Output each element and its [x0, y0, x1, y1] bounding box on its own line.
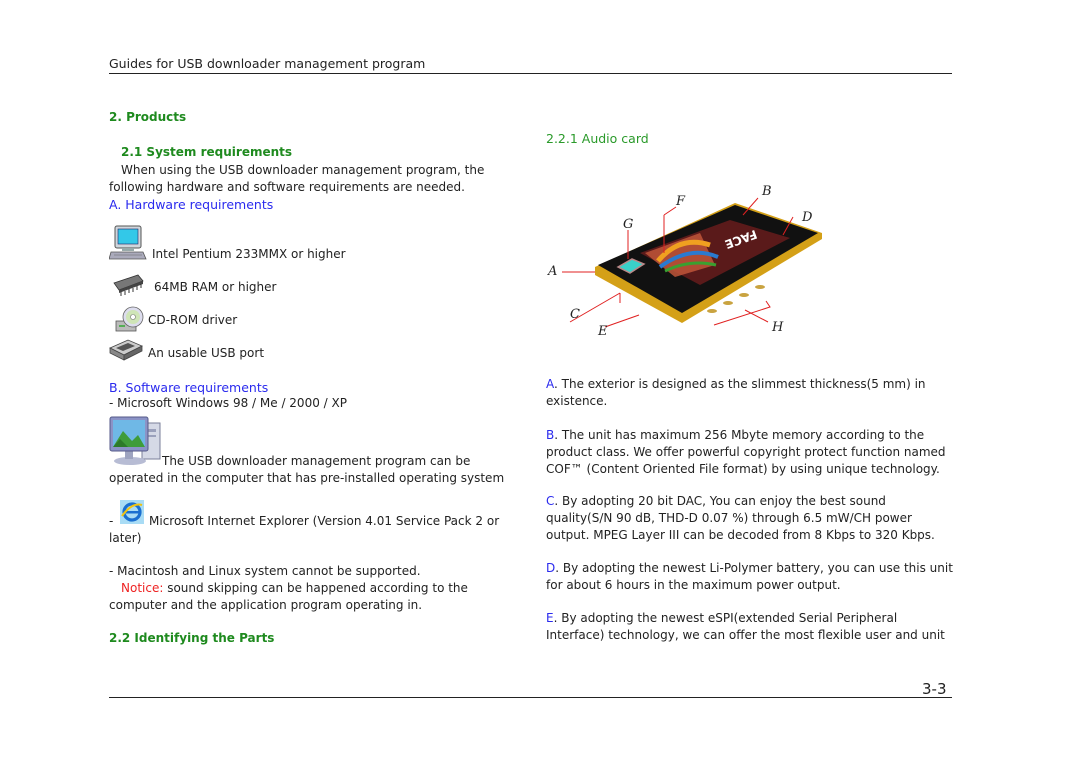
feature-e-letter: E [546, 611, 554, 625]
hardware-item-cdrom: CD-ROM driver [148, 313, 238, 327]
mac-linux-unsupported: - Macintosh and Linux system cannot be s… [109, 564, 421, 578]
callout-b: B [761, 184, 772, 199]
callout-g: G [623, 217, 633, 232]
ie-requirement-line-2: later) [109, 531, 142, 545]
feature-a-text: . The exterior is designed as the slimme… [554, 377, 926, 391]
notice-line-2: computer and the application program ope… [109, 598, 423, 612]
footer-rule [109, 697, 952, 698]
callout-d: D [801, 210, 813, 225]
usb-port-icon [108, 338, 144, 362]
feature-a: A. The exterior is designed as the slimm… [546, 376, 956, 410]
feature-e-text: . By adopting the newest eSPI(extended S… [553, 611, 898, 625]
feature-b-cont-1: product class. We offer powerful copyrig… [546, 445, 946, 459]
internet-explorer-icon [120, 500, 144, 524]
audio-card-heading: 2.2.1 Audio card [546, 131, 649, 146]
feature-b-text: . The unit has maximum 256 Mbyte memory … [554, 428, 925, 442]
feature-a-letter: A [546, 377, 554, 391]
section-heading-system-requirements: 2.1 System requirements [121, 145, 293, 159]
feature-c-text: . By adopting 20 bit DAC, You can enjoy … [554, 494, 886, 508]
audio-card-device-image: FACE A B C D E F G H [540, 175, 825, 345]
callout-e: E [597, 324, 608, 339]
section-heading-products: 2. Products [109, 110, 187, 124]
feature-c-cont-1: quality(S/N 90 dB, THD-D 0.07 %) through… [546, 511, 912, 525]
callout-c: C [570, 307, 580, 322]
feature-d-text: . By adopting the newest Li-Polymer batt… [555, 561, 953, 575]
hardware-requirements-heading: A. Hardware requirements [109, 197, 274, 212]
hardware-item-usb: An usable USB port [148, 346, 265, 360]
page-number: 3-3 [922, 680, 947, 698]
windows-computer-icon [108, 415, 162, 467]
cd-rom-icon [115, 305, 145, 333]
hardware-item-ram: 64MB RAM or higher [154, 280, 277, 294]
ram-chip-icon [110, 273, 146, 297]
feature-b-cont-2: COF™ (Content Oriented File format) by u… [546, 462, 940, 476]
feature-d: D. By adopting the newest Li-Polymer bat… [546, 560, 956, 594]
feature-b: B. The unit has maximum 256 Mbyte memory… [546, 427, 956, 478]
software-os-desc-line-1: The USB downloader management program ca… [162, 454, 471, 468]
section-heading-identifying-parts: 2.2 Identifying the Parts [109, 631, 275, 645]
feature-e-cont-1: Interface) technology, we can offer the … [546, 628, 945, 642]
feature-d-cont-1: for about 6 hours in the maximum power o… [546, 578, 841, 592]
feature-e: E. By adopting the newest eSPI(extended … [546, 610, 956, 644]
notice-line-1: Notice: sound skipping can be happened a… [121, 580, 468, 597]
callout-h: H [771, 320, 784, 335]
feature-c: C. By adopting 20 bit DAC, You can enjoy… [546, 493, 956, 544]
ie-dash: - [109, 514, 114, 528]
feature-b-letter: B [546, 428, 555, 442]
callout-a: A [547, 264, 557, 279]
page-header-title: Guides for USB downloader management pro… [109, 56, 426, 71]
feature-a-cont-1: existence. [546, 394, 608, 408]
notice-label: Notice: [121, 581, 164, 595]
notice-text: sound skipping can be happened according… [163, 581, 468, 595]
callout-f: F [675, 194, 686, 209]
ie-requirement-line-1: Microsoft Internet Explorer (Version 4.0… [149, 514, 500, 528]
intro-line-2: following hardware and software requirem… [109, 180, 465, 194]
software-os-desc-line-2: operated in the computer that has pre-in… [109, 471, 505, 485]
feature-d-letter: D [546, 561, 556, 575]
software-os-line: - Microsoft Windows 98 / Me / 2000 / XP [109, 396, 347, 410]
feature-c-cont-2: output. MPEG Layer III can be decoded fr… [546, 528, 935, 542]
software-requirements-heading: B. Software requirements [109, 380, 269, 395]
intro-line-1: When using the USB downloader management… [121, 163, 485, 177]
header-rule [109, 73, 952, 74]
hardware-item-cpu: Intel Pentium 233MMX or higher [152, 247, 346, 261]
computer-icon [108, 225, 147, 261]
